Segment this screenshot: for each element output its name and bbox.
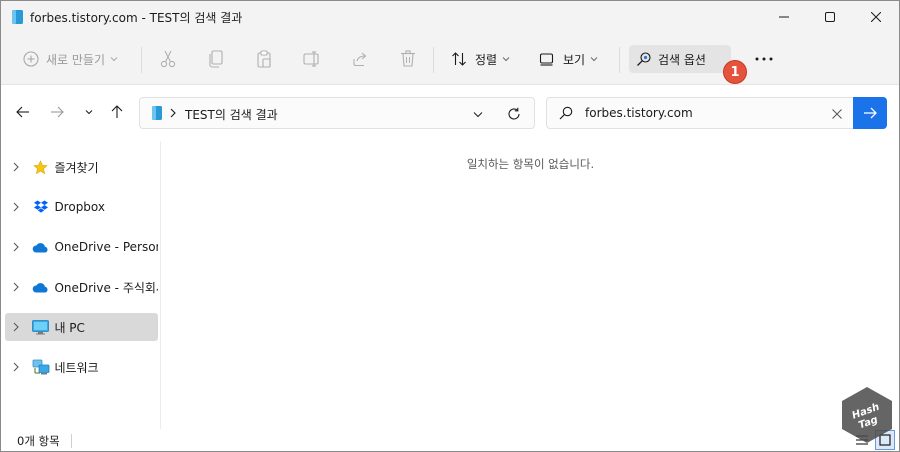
rename-button[interactable] xyxy=(297,45,327,73)
search-options-label: 검색 옵션 xyxy=(658,52,706,67)
clipboard-icon xyxy=(257,50,271,68)
navigation-bar: TEST의 검색 결과 xyxy=(1,85,899,141)
trash-icon xyxy=(401,50,415,67)
expand-chevron-icon[interactable] xyxy=(5,202,27,212)
search-box[interactable] xyxy=(546,97,854,129)
search-go-button[interactable] xyxy=(853,97,887,129)
chevron-down-icon xyxy=(502,57,510,62)
paste-button[interactable] xyxy=(249,45,279,73)
close-icon xyxy=(871,12,881,22)
arrow-right-icon xyxy=(864,107,877,119)
search-results-folder-icon xyxy=(152,106,162,120)
sidebar-item-label: Dropbox xyxy=(54,200,105,214)
explorer-window: forbes.tistory.com - TEST의 검색 결과 새로 만들기 xyxy=(0,0,900,452)
maximize-button[interactable] xyxy=(807,1,853,33)
file-list-area[interactable]: 일치하는 항목이 없습니다. xyxy=(162,141,899,429)
sidebar-item-dropbox[interactable]: Dropbox xyxy=(5,193,158,221)
view-layout-icon xyxy=(539,53,554,66)
view-button[interactable]: 보기 xyxy=(535,43,611,75)
sidebar-item-label: 네트워크 xyxy=(54,360,99,375)
status-bar: 0개 항목 xyxy=(1,429,899,451)
search-results-folder-icon xyxy=(12,10,23,24)
step-badge: 1 xyxy=(723,60,747,84)
sidebar-item-label: 즐겨찾기 xyxy=(54,160,99,175)
search-options-icon xyxy=(637,52,651,66)
sidebar-item-label: OneDrive - Persona xyxy=(54,240,158,254)
empty-results-message: 일치하는 항목이 없습니다. xyxy=(466,157,595,171)
onedrive-icon xyxy=(31,279,51,295)
chevron-down-icon xyxy=(110,57,118,62)
copy-icon xyxy=(209,50,223,68)
star-icon xyxy=(31,159,51,175)
command-bar: 새로 만들기 정렬 보기 검색 옵션 1 xyxy=(1,33,899,85)
expand-chevron-icon[interactable] xyxy=(5,242,27,252)
chevron-right-icon xyxy=(170,108,176,118)
sort-arrows-icon xyxy=(452,52,466,66)
scissors-icon xyxy=(160,50,176,68)
new-button[interactable]: 새로 만들기 xyxy=(15,43,133,75)
item-count: 0개 항목 xyxy=(17,434,60,448)
back-button[interactable] xyxy=(11,99,35,125)
sidebar-item-onedrive-personal[interactable]: OneDrive - Persona xyxy=(5,233,158,261)
recent-locations-button[interactable] xyxy=(77,99,101,125)
navigation-pane: 즐겨찾기 Dropbox OneDrive - Persona OneDrive… xyxy=(1,141,161,429)
sidebar-item-onedrive-business[interactable]: OneDrive - 주식회사 xyxy=(5,273,158,301)
refresh-icon xyxy=(508,107,520,120)
window-title: forbes.tistory.com - TEST의 검색 결과 xyxy=(30,11,243,25)
address-path[interactable]: TEST의 검색 결과 xyxy=(185,106,278,123)
expand-chevron-icon[interactable] xyxy=(5,282,27,292)
search-options-button[interactable]: 검색 옵션 xyxy=(629,45,731,73)
chevron-down-icon xyxy=(590,57,598,62)
arrow-up-icon xyxy=(111,105,123,118)
monitor-icon xyxy=(31,319,51,335)
expand-chevron-icon[interactable] xyxy=(5,162,27,172)
up-button[interactable] xyxy=(105,99,129,125)
sort-button-label: 정렬 xyxy=(475,52,498,67)
close-button[interactable] xyxy=(853,1,899,33)
sort-button[interactable]: 정렬 xyxy=(447,43,521,75)
expand-chevron-icon[interactable] xyxy=(5,362,27,372)
sidebar-item-network[interactable]: 네트워크 xyxy=(5,353,158,381)
dropbox-icon xyxy=(31,199,51,215)
address-bar[interactable]: TEST의 검색 결과 xyxy=(139,97,535,129)
search-input[interactable] xyxy=(585,103,815,123)
hashtag-watermark-logo: Hash Tag xyxy=(842,387,892,443)
toolbar-divider xyxy=(433,47,434,73)
address-history-button[interactable] xyxy=(466,103,490,125)
toolbar-divider xyxy=(619,47,620,73)
delete-button[interactable] xyxy=(393,45,423,73)
more-options-button[interactable] xyxy=(749,45,779,73)
maximize-icon xyxy=(825,12,835,22)
arrow-right-icon xyxy=(51,106,64,118)
search-icon xyxy=(559,106,573,120)
arrow-left-icon xyxy=(16,106,29,118)
minimize-icon xyxy=(779,16,789,18)
view-button-label: 보기 xyxy=(563,52,586,67)
onedrive-icon xyxy=(31,239,51,255)
copy-button[interactable] xyxy=(201,45,231,73)
status-divider xyxy=(71,434,72,448)
sidebar-item-label: 내 PC xyxy=(54,320,85,335)
toolbar-divider xyxy=(141,47,142,73)
chevron-down-icon xyxy=(85,110,93,115)
expand-chevron-icon[interactable] xyxy=(5,322,27,332)
clear-search-button[interactable] xyxy=(827,104,847,124)
title-bar: forbes.tistory.com - TEST의 검색 결과 xyxy=(1,1,899,33)
ellipsis-icon xyxy=(755,57,773,61)
forward-button[interactable] xyxy=(45,99,69,125)
share-icon xyxy=(353,52,367,67)
sidebar-item-favorites[interactable]: 즐겨찾기 xyxy=(5,153,158,181)
rename-icon xyxy=(303,51,319,67)
plus-circle-icon xyxy=(23,51,39,67)
share-button[interactable] xyxy=(345,45,375,73)
new-button-label: 새로 만들기 xyxy=(46,52,106,67)
network-icon xyxy=(31,359,51,375)
chevron-down-icon xyxy=(473,111,483,117)
sidebar-item-this-pc[interactable]: 내 PC xyxy=(5,313,158,341)
sidebar-item-label: OneDrive - 주식회사 xyxy=(54,280,159,295)
cut-button[interactable] xyxy=(153,45,183,73)
minimize-button[interactable] xyxy=(761,1,807,33)
close-icon xyxy=(832,109,842,119)
refresh-button[interactable] xyxy=(502,103,526,125)
